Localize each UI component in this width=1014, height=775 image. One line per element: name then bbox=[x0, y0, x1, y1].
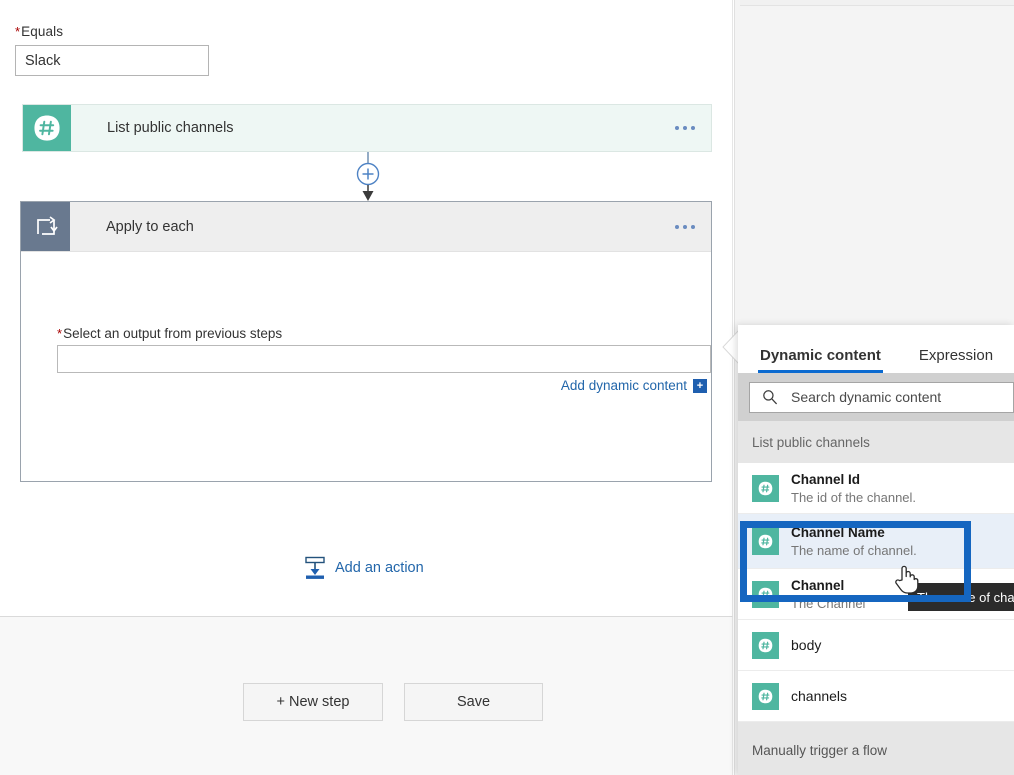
dynamic-content-item-title: body bbox=[791, 636, 822, 653]
dynamic-content-flyout: Dynamic content Expression Search dynami… bbox=[738, 325, 1014, 775]
slack-hash-icon bbox=[23, 105, 71, 151]
add-an-action-button-outer[interactable]: Add an action bbox=[304, 556, 424, 580]
apply-to-each-title: Apply to each bbox=[106, 218, 194, 235]
dynamic-content-item-channels[interactable]: channels bbox=[738, 671, 1014, 722]
dynamic-content-item-channel-name[interactable]: Channel Name The name of channel. bbox=[738, 514, 1014, 569]
dynamic-content-group-header-next: Manually trigger a flow bbox=[738, 722, 1014, 775]
ellipsis-dot bbox=[691, 126, 695, 130]
dynamic-content-item-text: Channel The Channel bbox=[791, 577, 865, 612]
add-dynamic-content-link[interactable]: Add dynamic content bbox=[561, 378, 687, 393]
dynamic-content-item-title: Channel Id bbox=[791, 471, 861, 487]
slack-hash-icon bbox=[752, 474, 779, 502]
search-placeholder: Search dynamic content bbox=[791, 389, 942, 405]
new-step-button[interactable]: + New step bbox=[243, 683, 383, 721]
dynamic-content-item-description: The id of the channel. bbox=[791, 489, 917, 505]
ellipsis-dot bbox=[683, 224, 687, 229]
tab-dynamic-content[interactable]: Dynamic content bbox=[750, 347, 891, 373]
slack-hash-icon bbox=[752, 580, 779, 608]
dynamic-content-item-description: The name of channel. bbox=[791, 542, 917, 558]
apply-to-each-header[interactable]: Apply to each bbox=[21, 202, 711, 252]
select-output-label: *Select an output from previous steps bbox=[57, 326, 282, 341]
apply-to-each-overflow-menu-button[interactable] bbox=[659, 202, 711, 251]
apply-to-each-scope: Apply to each *Select an output from pre… bbox=[20, 201, 712, 693]
search-icon bbox=[763, 390, 778, 405]
search-input[interactable]: Search dynamic content bbox=[749, 381, 1014, 413]
action-title: List public channels bbox=[107, 120, 234, 136]
add-an-action-label: Add an action bbox=[335, 560, 424, 576]
action-overflow-menu-button[interactable] bbox=[659, 105, 711, 151]
ellipsis-dot bbox=[675, 224, 679, 229]
ellipsis-dot bbox=[675, 126, 679, 130]
plus-circle-icon[interactable] bbox=[352, 152, 384, 202]
add-dynamic-content-row[interactable]: Add dynamic content + bbox=[561, 378, 707, 393]
flyout-pointer-icon bbox=[722, 330, 739, 364]
dynamic-content-item-text: Channel Id The id of the channel. bbox=[791, 471, 916, 506]
save-button[interactable]: Save bbox=[404, 683, 543, 721]
flyout-tabs: Dynamic content Expression bbox=[738, 325, 1014, 373]
dynamic-content-item-text: body bbox=[791, 637, 821, 654]
panel-top-strip bbox=[740, 0, 1014, 6]
dynamic-content-item-title: Channel Name bbox=[791, 524, 885, 540]
apply-to-each-body: *Select an output from previous steps Ad… bbox=[21, 252, 711, 693]
ellipsis-dot bbox=[683, 126, 687, 130]
select-output-label-text: Select an output from previous steps bbox=[63, 326, 283, 341]
add-action-icon bbox=[305, 556, 325, 579]
flow-connector bbox=[356, 152, 380, 202]
action-card-list-public-channels[interactable]: List public channels bbox=[22, 104, 712, 152]
hover-tooltip: The name of cha bbox=[908, 583, 1014, 611]
power-automate-designer: *Equals Slack List public channels Apply… bbox=[0, 0, 1014, 775]
dynamic-content-group-header: List public channels bbox=[738, 421, 1014, 463]
dynamic-content-item-title: Channel bbox=[791, 577, 845, 593]
equals-label: *Equals bbox=[15, 24, 215, 40]
add-dynamic-content-plus-icon[interactable]: + bbox=[693, 378, 707, 393]
dynamic-content-item-title: channels bbox=[791, 687, 848, 704]
tab-expression[interactable]: Expression bbox=[909, 347, 1003, 373]
dynamic-content-item-text: Channel Name The name of channel. bbox=[791, 524, 917, 559]
equals-label-text: Equals bbox=[21, 24, 64, 39]
required-asterisk: * bbox=[57, 326, 63, 341]
equals-field-group: *Equals Slack bbox=[15, 24, 215, 76]
slack-hash-icon bbox=[752, 527, 779, 555]
panel-divider bbox=[734, 0, 735, 775]
designer-canvas: *Equals Slack List public channels Apply… bbox=[0, 0, 733, 693]
ellipsis-dot bbox=[691, 224, 695, 229]
dynamic-content-item-body[interactable]: body bbox=[738, 620, 1014, 671]
search-band: Search dynamic content bbox=[738, 373, 1014, 421]
dynamic-content-item-channel-id[interactable]: Channel Id The id of the channel. bbox=[738, 463, 1014, 514]
select-output-input[interactable] bbox=[57, 345, 711, 373]
required-asterisk: * bbox=[15, 24, 21, 39]
dynamic-content-item-text: channels bbox=[791, 688, 847, 705]
slack-hash-icon bbox=[752, 631, 779, 659]
dynamic-content-item-description: The Channel bbox=[791, 595, 866, 611]
slack-hash-icon bbox=[752, 682, 779, 710]
loop-icon bbox=[21, 202, 70, 251]
equals-value-input[interactable]: Slack bbox=[15, 45, 209, 76]
